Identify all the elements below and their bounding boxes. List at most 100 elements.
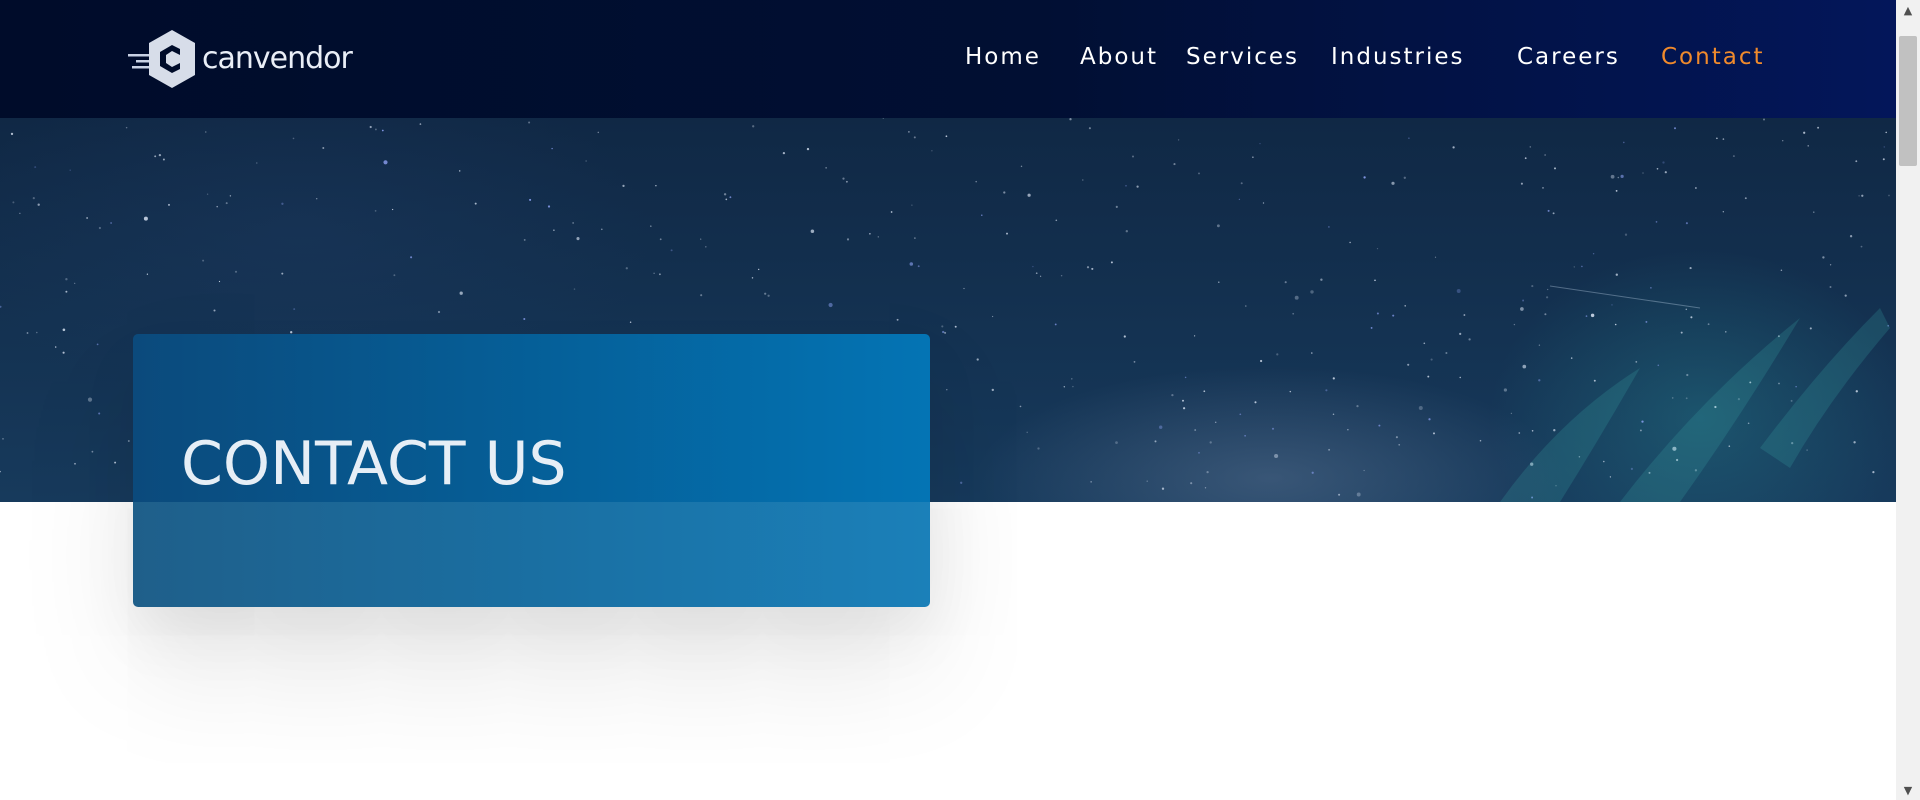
- star: [98, 226, 101, 230]
- star: [1538, 379, 1541, 382]
- vertical-scrollbar[interactable]: ▲ ▼: [1896, 0, 1920, 800]
- star: [1590, 313, 1595, 318]
- star: [1332, 413, 1335, 416]
- nav-services[interactable]: Services: [1186, 44, 1299, 70]
- star: [1182, 399, 1184, 402]
- star: [34, 166, 37, 169]
- star: [705, 246, 707, 248]
- star: [700, 238, 702, 240]
- star: [700, 294, 703, 297]
- nav-careers[interactable]: Careers: [1517, 44, 1620, 70]
- star: [942, 330, 945, 334]
- star: [293, 308, 296, 311]
- star: [573, 288, 576, 290]
- star: [1689, 267, 1692, 270]
- star: [1136, 185, 1139, 188]
- star: [1615, 273, 1618, 276]
- star: [1635, 360, 1638, 363]
- star: [1356, 492, 1361, 497]
- star: [1611, 304, 1613, 306]
- star: [1544, 313, 1547, 316]
- star: [975, 180, 977, 183]
- star: [1853, 441, 1856, 444]
- star: [523, 238, 526, 241]
- star: [1006, 232, 1008, 235]
- scrollbar-thumb[interactable]: [1899, 36, 1917, 166]
- star: [1520, 307, 1524, 311]
- star: [1695, 187, 1697, 189]
- star: [1657, 364, 1660, 367]
- star: [1686, 373, 1689, 377]
- star: [1459, 376, 1461, 379]
- star: [1722, 211, 1724, 213]
- star: [1546, 296, 1549, 299]
- star: [1072, 385, 1074, 388]
- star: [764, 292, 767, 295]
- star: [1037, 447, 1040, 450]
- star: [1019, 405, 1022, 408]
- star: [143, 216, 148, 221]
- star: [1391, 181, 1395, 185]
- nav-industries[interactable]: Industries: [1331, 44, 1465, 70]
- star: [1427, 375, 1430, 378]
- star: [1026, 431, 1028, 434]
- star: [1376, 247, 1379, 250]
- star: [1432, 432, 1436, 435]
- nav-home[interactable]: Home: [965, 44, 1041, 70]
- star: [913, 136, 916, 139]
- star: [1609, 476, 1612, 478]
- star: [1349, 241, 1351, 244]
- star: [914, 237, 916, 239]
- star: [1392, 314, 1395, 317]
- star: [1238, 198, 1241, 201]
- star: [1855, 390, 1858, 393]
- star: [168, 203, 170, 206]
- star: [234, 270, 238, 273]
- scroll-down-arrow-icon[interactable]: ▼: [1896, 780, 1920, 800]
- star: [600, 228, 603, 231]
- star: [1538, 344, 1541, 346]
- star: [1423, 342, 1426, 345]
- star: [2, 438, 4, 440]
- star: [1254, 401, 1257, 404]
- scroll-up-arrow-icon[interactable]: ▲: [1896, 0, 1920, 20]
- star: [1883, 146, 1886, 148]
- star: [828, 302, 833, 308]
- star: [374, 210, 377, 212]
- nav-contact[interactable]: Contact: [1661, 44, 1764, 70]
- star: [1650, 287, 1652, 289]
- star: [1214, 421, 1217, 424]
- star: [752, 125, 755, 128]
- star: [1861, 194, 1864, 197]
- star: [1807, 145, 1809, 147]
- star: [36, 331, 38, 334]
- star: [1655, 221, 1658, 223]
- star: [1245, 305, 1247, 307]
- star: [1035, 272, 1038, 275]
- star: [1259, 359, 1263, 363]
- star: [1806, 449, 1808, 451]
- aurora-streak: [1620, 318, 1800, 502]
- star: [1716, 137, 1718, 140]
- star: [1656, 167, 1659, 170]
- aurora-streak: [1760, 308, 1890, 468]
- star: [205, 131, 207, 133]
- star: [729, 196, 732, 199]
- star: [419, 123, 422, 125]
- star: [1289, 390, 1292, 393]
- star: [1003, 191, 1006, 194]
- star: [1849, 235, 1853, 238]
- star: [655, 184, 657, 187]
- star: [0, 470, 1, 473]
- star: [1882, 158, 1885, 161]
- star: [553, 229, 555, 232]
- star: [1177, 139, 1180, 141]
- star: [1585, 315, 1588, 317]
- nav-about[interactable]: About: [1080, 44, 1158, 70]
- star: [1376, 312, 1379, 315]
- star: [653, 272, 655, 275]
- star: [845, 180, 848, 183]
- star: [1782, 140, 1784, 142]
- star: [946, 388, 948, 391]
- star: [908, 131, 910, 133]
